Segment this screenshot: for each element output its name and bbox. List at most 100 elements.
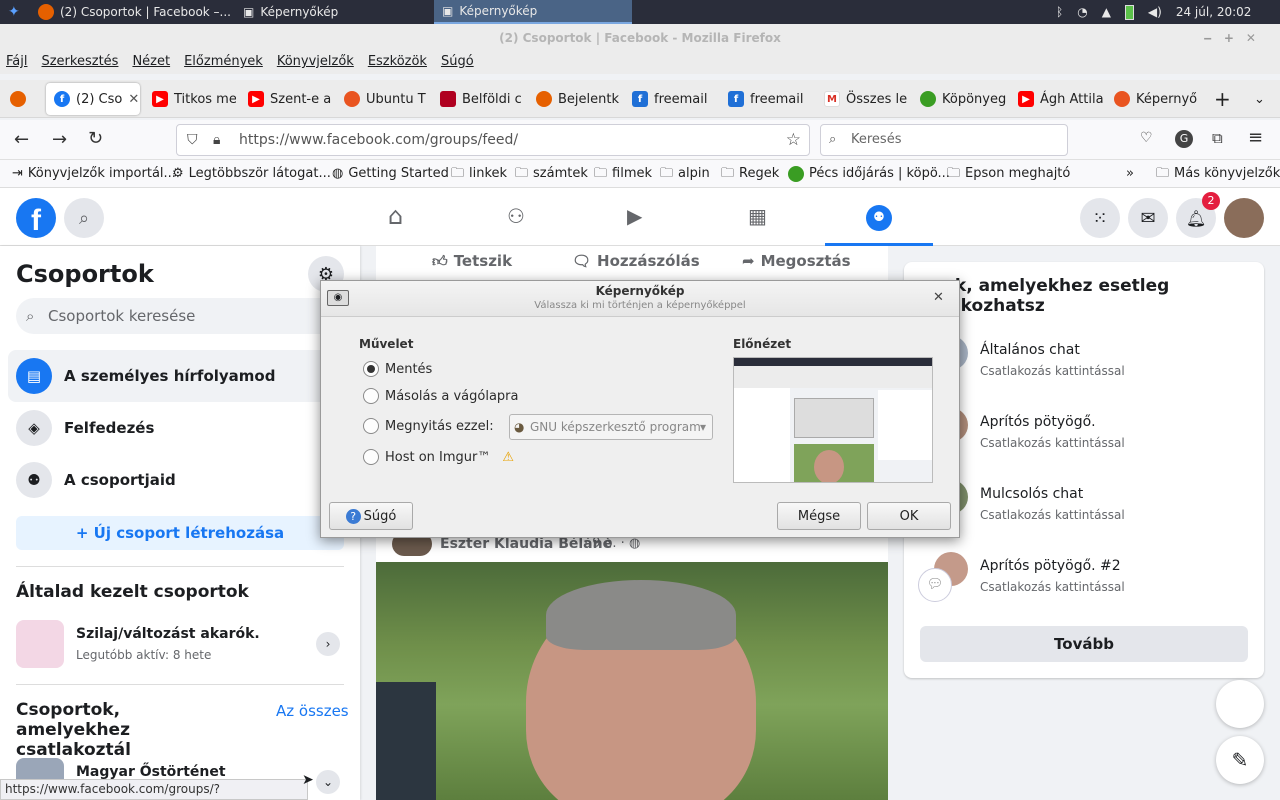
app-menu-icon[interactable]: ✦	[0, 0, 30, 24]
bookmark-other[interactable]: 🗀︎ Más könyvjelzők	[1156, 160, 1280, 188]
close-tab-icon[interactable]: ✕	[128, 92, 139, 107]
menu-help[interactable]: Súgó	[441, 52, 481, 74]
bluetooth-icon[interactable]: ᛒ	[1056, 5, 1063, 19]
menu-grid-icon[interactable]: ⁙	[1080, 198, 1120, 238]
taskbar-item-firefox[interactable]: (2) Csoportok | Facebook –...	[30, 0, 235, 24]
tab-youtube-3[interactable]: ▶ Ágh Attila	[1010, 83, 1104, 115]
tab-freemail-1[interactable]: f freemail	[624, 83, 716, 115]
close-icon[interactable]: ✕	[933, 290, 944, 305]
bookmark-pecs-idojaras[interactable]: Pécs időjárás | köpö...	[788, 160, 950, 188]
see-all-link[interactable]: Az összes	[276, 702, 349, 720]
floating-preview-thumbnail[interactable]	[1216, 680, 1264, 728]
tab-gmail[interactable]: M Összes le	[816, 83, 908, 115]
new-tab-button[interactable]: +	[1206, 83, 1234, 115]
bookmark-star-icon[interactable]: ☆	[786, 125, 801, 155]
avatar[interactable]	[1224, 198, 1264, 238]
messenger-icon[interactable]: ✉	[1128, 198, 1168, 238]
taskbar-item-screenshot-1[interactable]: ▣ Képernyőkép	[235, 0, 430, 24]
taskbar-item-screenshot-2[interactable]: ▣ Képernyőkép	[434, 0, 632, 24]
suggested-group-name[interactable]: Általános chat	[980, 342, 1080, 358]
comment-button[interactable]: 🗨︎ Hozzászólás	[572, 252, 700, 270]
bookmark-folder-filmek[interactable]: 🗀︎ filmek	[594, 160, 652, 188]
bookmark-folder-epson[interactable]: 🗀︎ Epson meghajtó	[947, 160, 1070, 188]
like-button[interactable]: 👍︎ Tetszik	[432, 252, 512, 271]
chat-bubble-icon[interactable]: 💬︎	[918, 568, 952, 602]
extensions-icon[interactable]: ⧉	[1212, 129, 1223, 147]
chevron-right-icon[interactable]: ›	[316, 632, 340, 656]
tab-youtube-2[interactable]: ▶ Szent-e a	[240, 83, 332, 115]
clock[interactable]: 24 júl, 20:02	[1176, 5, 1252, 19]
forward-arrow-icon[interactable]: →	[52, 129, 67, 150]
reload-icon[interactable]: ↻	[88, 128, 103, 149]
tab-koponyeg[interactable]: Köpönyeg	[912, 83, 1008, 115]
share-button[interactable]: ➦ Megosztás	[742, 252, 851, 270]
groups-icon[interactable]: ⚉	[866, 205, 892, 231]
bookmark-folder-alpin[interactable]: 🗀︎ alpin	[660, 160, 710, 188]
tab-firefox-pinned[interactable]	[2, 83, 38, 115]
tab-belfoldi[interactable]: Belföldi c	[432, 83, 524, 115]
radio-copy-clipboard[interactable]: Másolás a vágólapra	[363, 388, 519, 404]
tab-youtube-1[interactable]: ▶ Titkos me	[144, 83, 236, 115]
tab-bejelentk[interactable]: Bejelentk	[528, 83, 620, 115]
menu-history[interactable]: Előzmények	[184, 52, 270, 74]
radio-open-with[interactable]: Megnyitás ezzel:	[363, 418, 494, 434]
shield-icon[interactable]: ⛉	[187, 125, 198, 155]
tab-ubuntu[interactable]: Ubuntu T	[336, 83, 428, 115]
chevron-down-icon[interactable]: ⌄	[316, 770, 340, 794]
wifi-icon[interactable]: ◔	[1077, 5, 1087, 19]
suggested-group-name[interactable]: Aprítós pötyögő.	[980, 414, 1096, 430]
window-controls[interactable]: ‒+✕	[1204, 24, 1268, 52]
lock-icon[interactable]: 🔒︎	[213, 125, 220, 155]
menu-bookmarks[interactable]: Könyvjelzők	[277, 52, 361, 74]
managed-group-name[interactable]: Szilaj/változást akarók.	[76, 626, 260, 642]
more-bookmarks-chevron-icon[interactable]: »	[1126, 160, 1134, 188]
menu-file[interactable]: Fájl	[6, 52, 34, 74]
pocket-icon[interactable]: ♡	[1140, 130, 1153, 146]
bookmark-getting-started[interactable]: ◍ Getting Started	[332, 160, 449, 188]
list-tabs-icon[interactable]: ⌄	[1246, 83, 1274, 115]
open-with-app-select[interactable]: ◕ GNU képszerkesztő program ▾	[509, 414, 713, 440]
groups-search-input[interactable]: ⌕ Csoportok keresése	[16, 298, 344, 334]
sidebar-item-your-groups[interactable]: ⚉ A csoportjaid	[8, 454, 348, 506]
bookmark-most-visited[interactable]: ⚙ Legtöbbször látogat...	[172, 160, 331, 188]
suggested-group-name[interactable]: Aprítós pötyögő. #2	[980, 558, 1121, 574]
help-button[interactable]: ? Súgó	[329, 502, 413, 530]
watch-icon[interactable]: ▶	[627, 204, 642, 228]
menu-view[interactable]: Nézet	[132, 52, 177, 74]
bell-icon[interactable]: ▲	[1102, 5, 1111, 19]
more-button[interactable]: Tovább	[920, 626, 1248, 662]
sidebar-item-feed[interactable]: ▤ A személyes hírfolyamod	[8, 350, 348, 402]
menu-edit[interactable]: Szerkesztés	[41, 52, 125, 74]
post-photo[interactable]	[376, 562, 888, 800]
cancel-button[interactable]: Mégse	[777, 502, 861, 530]
menu-tools[interactable]: Eszközök	[368, 52, 434, 74]
tab-facebook-groups[interactable]: f (2) Cso ✕	[46, 83, 140, 115]
marketplace-icon[interactable]: ▦	[748, 204, 767, 228]
tab-freemail-2[interactable]: f freemail	[720, 83, 812, 115]
suggested-group-name[interactable]: Mulcsolós chat	[980, 486, 1083, 502]
search-bar[interactable]: ⌕ Keresés	[820, 124, 1068, 156]
create-group-button[interactable]: + Új csoport létrehozása	[16, 516, 344, 550]
bookmark-folder-regek[interactable]: 🗀︎ Regek	[721, 160, 779, 188]
ok-button[interactable]: OK	[867, 502, 951, 530]
bookmark-folder-linkek[interactable]: 🗀︎ linkek	[451, 160, 507, 188]
sidebar-item-discover[interactable]: ◈ Felfedezés	[8, 402, 348, 454]
new-message-icon[interactable]: ✎	[1216, 736, 1264, 784]
bookmark-folder-szamtek[interactable]: 🗀︎ számtek	[515, 160, 588, 188]
facebook-logo-icon[interactable]: f	[16, 198, 56, 238]
radio-host-imgur[interactable]: Host on Imgur™ ⚠	[363, 449, 514, 465]
volume-icon[interactable]: ◀)	[1148, 5, 1162, 19]
friends-icon[interactable]: ⚇	[507, 204, 525, 228]
radio-save[interactable]: Mentés	[363, 361, 432, 377]
hamburger-menu-icon[interactable]: ≡	[1248, 127, 1263, 148]
account-icon[interactable]: G	[1175, 130, 1193, 148]
url-bar[interactable]: ⛉ 🔒︎ https://www.facebook.com/groups/fee…	[176, 124, 810, 156]
tab-kepernyo[interactable]: Képernyő	[1106, 83, 1198, 115]
joined-group-name[interactable]: Magyar Őstörténet	[76, 764, 226, 780]
bookmark-import[interactable]: ⇥ Könyvjelzők importál...	[12, 160, 176, 188]
battery-icon[interactable]	[1124, 4, 1134, 20]
home-icon[interactable]: ⌂	[388, 202, 403, 230]
group-thumbnail[interactable]	[16, 620, 64, 668]
back-arrow-icon[interactable]: ←	[14, 129, 29, 150]
search-icon[interactable]: ⌕	[64, 198, 104, 238]
